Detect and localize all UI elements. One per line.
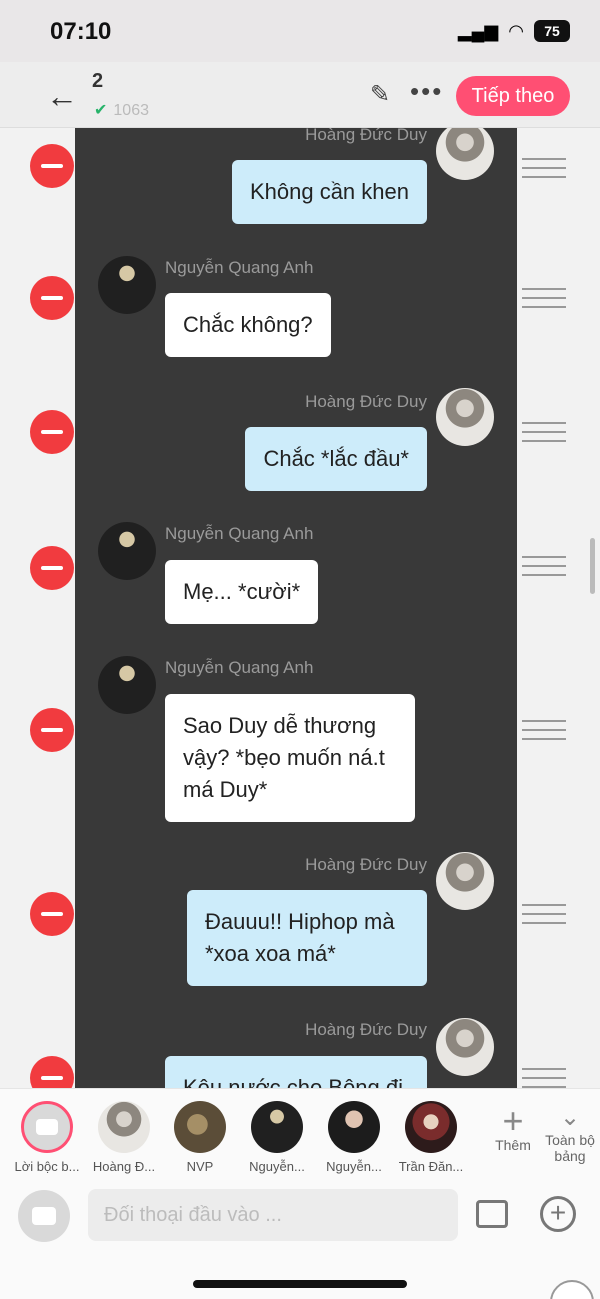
chevron-down-icon: ⌄ — [559, 1104, 581, 1131]
avatar — [174, 1101, 226, 1153]
delete-message-button[interactable] — [30, 708, 74, 752]
delete-message-button[interactable] — [30, 892, 74, 936]
status-bar: 07:10 ▂▄▆ ◠ 75 — [0, 0, 600, 62]
all-board-label: Toàn bộ bảng — [545, 1132, 595, 1164]
character-label: Nguyễn... — [249, 1159, 305, 1174]
avatar — [436, 852, 494, 910]
image-icon[interactable] — [476, 1200, 508, 1228]
battery-icon: 75 — [534, 20, 570, 42]
delete-message-button[interactable] — [30, 144, 74, 188]
character-label: Trần Đăn... — [398, 1159, 464, 1174]
avatar — [251, 1101, 303, 1153]
character-label: NVP — [186, 1159, 214, 1174]
chat-editor[interactable]: Hoàng Đức Duy Không cần khen Nguyễn Quan… — [0, 128, 600, 1088]
drag-handle-icon[interactable] — [522, 720, 566, 742]
sender-name: Hoàng Đức Duy — [305, 128, 427, 144]
avatar — [98, 1101, 150, 1153]
drag-handle-icon[interactable] — [522, 556, 566, 578]
character-narration[interactable]: Lời bộc b... — [12, 1101, 82, 1174]
signal-icon: ▂▄▆ — [457, 20, 499, 41]
message-count: 2 — [92, 70, 104, 92]
character-nguyen-quang-anh[interactable]: Nguyễn... — [242, 1101, 312, 1174]
message-row: Hoàng Đức Duy Chắc *lắc đầu* — [0, 388, 600, 524]
message-row: Nguyễn Quang Anh Sao Duy dễ thương vậy? … — [0, 656, 600, 856]
avatar — [405, 1101, 457, 1153]
message-row: Hoàng Đức Duy Đauuu!! Hiphop mà *xoa xoa… — [0, 852, 600, 1018]
avatar — [436, 128, 494, 180]
plus-icon: + — [502, 1100, 524, 1141]
top-bar: ← 2 ✔ 1063 ✎ ••• Tiếp theo — [0, 62, 600, 128]
back-arrow-icon[interactable]: ← — [46, 78, 78, 115]
message-row: Hoàng Đức Duy Kêu nước cho Bông đi — [0, 1018, 600, 1088]
character-label: Lời bộc b... — [14, 1159, 80, 1174]
sender-name: Nguyễn Quang Anh — [165, 524, 314, 543]
narration-icon — [21, 1101, 73, 1153]
avatar — [98, 656, 156, 714]
avatar — [98, 522, 156, 580]
message-bubble[interactable]: Mẹ... *cười* — [165, 560, 319, 624]
status-time: 07:10 — [50, 18, 112, 45]
delete-message-button[interactable] — [30, 410, 74, 454]
character-bar: Lời bộc b... Hoàng Đ... NVP Nguyễn... Ng… — [0, 1088, 600, 1180]
character-label: Nguyễn... — [326, 1159, 382, 1174]
character-tran-dang[interactable]: Trần Đăn... — [396, 1101, 466, 1174]
character-hoang-duc-duy[interactable]: Hoàng Đ... — [89, 1101, 159, 1174]
next-button[interactable]: Tiếp theo — [456, 76, 570, 116]
avatar — [436, 1018, 494, 1076]
drag-handle-icon[interactable] — [522, 288, 566, 310]
delete-message-button[interactable] — [30, 276, 74, 320]
sender-name: Hoàng Đức Duy — [305, 1020, 427, 1039]
input-bar: + — [0, 1180, 600, 1250]
drag-handle-icon[interactable] — [522, 158, 566, 180]
message-row: Nguyễn Quang Anh Mẹ... *cười* — [0, 522, 600, 656]
message-bubble[interactable]: Đauuu!! Hiphop mà *xoa xoa má* — [187, 890, 427, 986]
drag-handle-icon[interactable] — [522, 422, 566, 444]
avatar — [98, 256, 156, 314]
avatar — [436, 388, 494, 446]
character-label: Hoàng Đ... — [92, 1159, 156, 1174]
wifi-icon: ◠ — [508, 20, 524, 41]
add-character-button[interactable]: + Thêm — [488, 1100, 538, 1154]
all-board-button[interactable]: ⌄ Toàn bộ bảng — [540, 1103, 600, 1164]
sender-name: Hoàng Đức Duy — [305, 392, 427, 411]
message-bubble[interactable]: Kêu nước cho Bông đi — [165, 1056, 427, 1088]
sender-name: Nguyễn Quang Anh — [165, 258, 314, 277]
character-nguyen-2[interactable]: Nguyễn... — [319, 1101, 389, 1174]
message-row: Nguyễn Quang Anh Chắc không? — [0, 256, 600, 390]
character-nvp[interactable]: NVP — [165, 1101, 235, 1174]
home-indicator[interactable] — [193, 1280, 407, 1288]
more-icon[interactable]: ••• — [410, 76, 443, 107]
dialogue-input[interactable] — [88, 1189, 458, 1241]
message-bubble[interactable]: Chắc *lắc đầu* — [245, 427, 427, 491]
message-row: Hoàng Đức Duy Không cần khen — [0, 128, 600, 258]
sender-name: Hoàng Đức Duy — [305, 855, 427, 874]
check-icon: ✔ — [94, 102, 108, 119]
word-count-value: 1063 — [113, 102, 149, 119]
drag-handle-icon[interactable] — [522, 1068, 566, 1088]
message-bubble[interactable]: Sao Duy dễ thương vậy? *bẹo muốn ná.t má… — [165, 694, 415, 822]
home-area — [0, 1250, 600, 1299]
drag-handle-icon[interactable] — [522, 904, 566, 926]
pencil-icon[interactable]: ✎ — [370, 80, 390, 109]
status-icons: ▂▄▆ ◠ 75 — [458, 20, 570, 42]
add-character-label: Thêm — [495, 1137, 531, 1153]
add-circle-icon[interactable]: + — [540, 1196, 576, 1232]
scroll-up-icon[interactable] — [550, 1280, 594, 1299]
delete-message-button[interactable] — [30, 546, 74, 590]
message-bubble[interactable]: Không cần khen — [231, 160, 427, 224]
message-bubble[interactable]: Chắc không? — [165, 293, 331, 357]
sender-name: Nguyễn Quang Anh — [165, 658, 314, 677]
word-count: ✔ 1063 — [94, 100, 149, 120]
avatar — [328, 1101, 380, 1153]
narration-mode-button[interactable] — [18, 1190, 70, 1242]
delete-message-button[interactable] — [30, 1056, 74, 1088]
